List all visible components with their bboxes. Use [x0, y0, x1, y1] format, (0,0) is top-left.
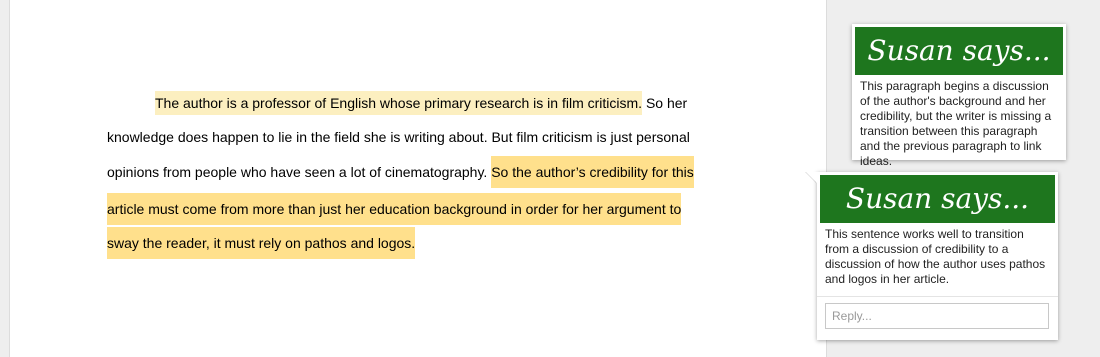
- comment-body: This sentence works well to transition f…: [825, 227, 1046, 286]
- doc-line: article must come from more than just he…: [107, 193, 682, 225]
- doc-text: opinions from people who have seen a lot…: [107, 164, 492, 180]
- highlighted-text[interactable]: article must come from more than just he…: [107, 193, 682, 225]
- comment-body: This paragraph begins a discussion of th…: [860, 79, 1052, 168]
- left-margin: [0, 0, 9, 357]
- doc-text: So her: [642, 95, 688, 111]
- comment-header: Susan says...: [820, 175, 1055, 223]
- doc-text: knowledge does happen to lie in the fiel…: [107, 129, 690, 145]
- comment-card[interactable]: Susan says... This paragraph begins a di…: [852, 24, 1066, 168]
- reply-input[interactable]: [825, 303, 1049, 329]
- comment-card-active[interactable]: Susan says... This sentence works well t…: [806, 172, 1058, 340]
- doc-line: opinions from people who have seen a lot…: [107, 156, 694, 188]
- doc-line: The author is a professor of English who…: [107, 91, 688, 115]
- highlighted-text[interactable]: sway the reader, it must rely on pathos …: [107, 227, 416, 259]
- document-page[interactable]: The author is a professor of English who…: [9, 0, 827, 357]
- comment-header: Susan says...: [855, 27, 1063, 75]
- highlighted-text[interactable]: So the author’s credibility for this: [491, 156, 694, 188]
- comment-divider: [817, 296, 1058, 297]
- doc-line: sway the reader, it must rely on pathos …: [107, 227, 416, 259]
- highlighted-text[interactable]: The author is a professor of English who…: [155, 91, 643, 115]
- doc-line: knowledge does happen to lie in the fiel…: [107, 129, 690, 146]
- comment-pointer: [806, 172, 817, 183]
